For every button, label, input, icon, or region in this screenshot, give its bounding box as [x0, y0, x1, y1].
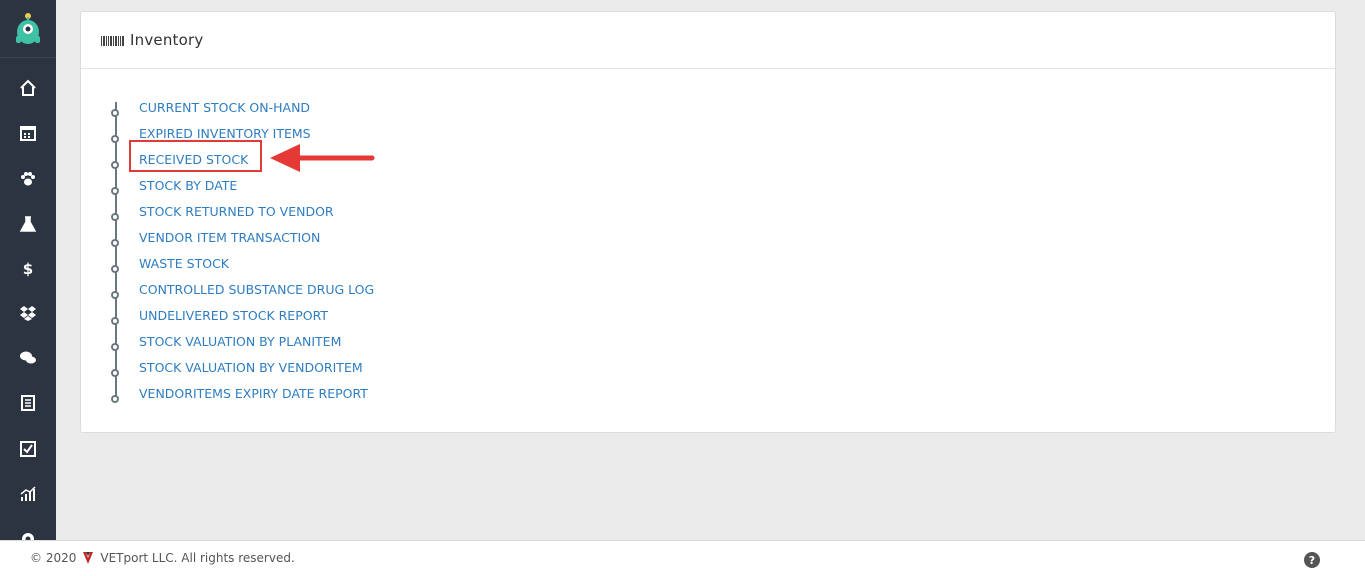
nav-analytics[interactable]	[0, 472, 56, 516]
nav-messages[interactable]	[0, 336, 56, 380]
timeline-dot	[111, 161, 119, 169]
paw-icon	[21, 172, 35, 186]
timeline-dot	[111, 239, 119, 247]
link-vendor-item-transaction[interactable]: VENDOR ITEM TRANSACTION	[139, 228, 374, 254]
timeline	[111, 102, 119, 403]
timeline-dot	[111, 395, 119, 403]
link-vendoritems-expiry-date-report[interactable]: VENDORITEMS EXPIRY DATE REPORT	[139, 384, 374, 410]
link-undelivered-stock-report[interactable]: UNDELIVERED STOCK REPORT	[139, 306, 374, 332]
link-current-stock-on-hand[interactable]: CURRENT STOCK ON-HAND	[139, 98, 374, 124]
link-controlled-substance-drug-log[interactable]: CONTROLLED SUBSTANCE DRUG LOG	[139, 280, 374, 306]
dollar-icon: $	[23, 260, 33, 277]
nav-home[interactable]	[0, 66, 56, 110]
flask-icon	[19, 216, 37, 232]
highlight-box	[129, 140, 262, 172]
timeline-dot	[111, 369, 119, 377]
calendar-icon	[20, 126, 36, 141]
nav-inventory[interactable]	[0, 291, 56, 335]
inventory-panel: Inventory CURRENT STOCK ON-HAND EXPIRED …	[80, 11, 1336, 433]
timeline-line	[115, 102, 117, 400]
nav-tasks[interactable]	[0, 427, 56, 471]
panel-header: Inventory	[81, 12, 1335, 69]
nav-reports[interactable]	[0, 381, 56, 425]
app-logo[interactable]	[0, 0, 56, 58]
timeline-dot	[111, 135, 119, 143]
svg-text:$: $	[23, 260, 33, 277]
timeline-dot	[111, 109, 119, 117]
timeline-dot	[111, 317, 119, 325]
checkbox-icon	[20, 441, 36, 457]
copyright-text: © 2020	[30, 551, 77, 565]
barcode-icon	[101, 34, 124, 46]
timeline-dot	[111, 291, 119, 299]
timeline-dot	[111, 187, 119, 195]
timeline-dot	[111, 265, 119, 273]
link-stock-returned-to-vendor[interactable]: STOCK RETURNED TO VENDOR	[139, 202, 374, 228]
link-stock-valuation-by-planitem[interactable]: STOCK VALUATION BY PLANITEM	[139, 332, 374, 358]
link-stock-by-date[interactable]: STOCK BY DATE	[139, 176, 374, 202]
comments-icon	[20, 351, 36, 364]
help-icon[interactable]: ?	[1304, 552, 1320, 568]
link-waste-stock[interactable]: WASTE STOCK	[139, 254, 374, 280]
nav-settings[interactable]	[0, 516, 56, 540]
footer-text: © 2020 VETport LLC. All rights reserved.	[30, 551, 295, 565]
nav-patients[interactable]	[0, 157, 56, 201]
sidebar: $	[0, 0, 56, 540]
arrow-annotation-icon	[270, 144, 375, 172]
nav-billing[interactable]: $	[0, 246, 56, 290]
chart-icon	[20, 486, 36, 501]
company-text: VETport LLC. All rights reserved.	[100, 551, 295, 565]
timeline-dot	[111, 343, 119, 351]
home-icon	[20, 79, 36, 96]
vetport-logo-icon	[83, 552, 94, 564]
receipt-icon	[21, 395, 35, 411]
nav-lab[interactable]	[0, 202, 56, 246]
nav-calendar[interactable]	[0, 111, 56, 155]
page-title: Inventory	[130, 31, 204, 49]
footer: © 2020 VETport LLC. All rights reserved.…	[0, 540, 1365, 576]
timeline-dot	[111, 213, 119, 221]
gear-icon	[22, 533, 34, 540]
link-stock-valuation-by-vendoritem[interactable]: STOCK VALUATION BY VENDORITEM	[139, 358, 374, 384]
dropbox-icon	[20, 306, 36, 321]
monster-logo-icon	[16, 12, 40, 44]
